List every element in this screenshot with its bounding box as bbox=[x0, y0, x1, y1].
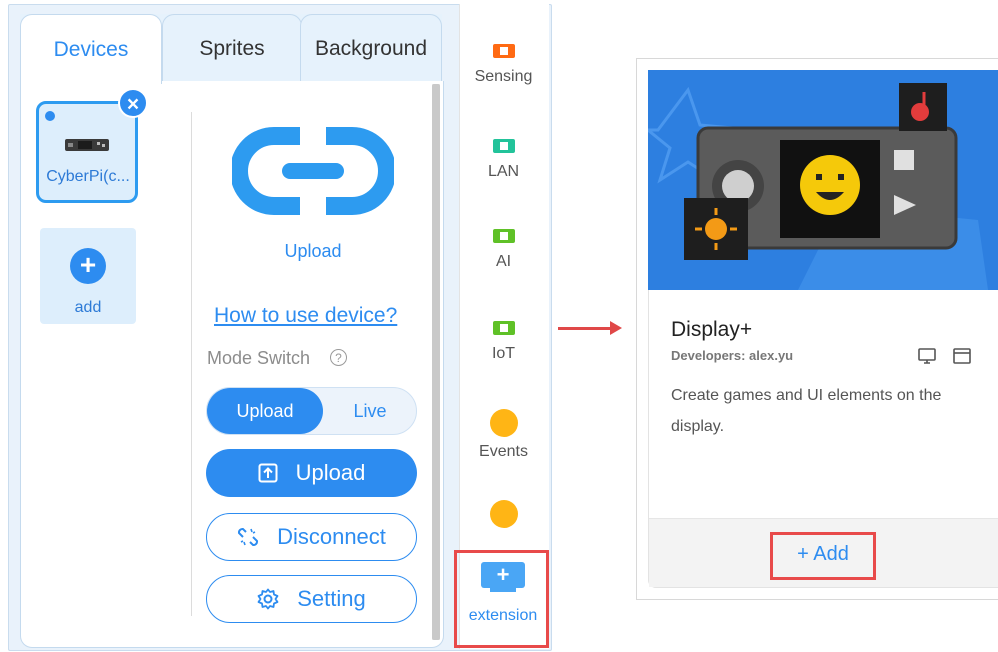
broken-link-icon bbox=[238, 527, 259, 547]
extension-developer: Developers: alex.yu bbox=[671, 348, 794, 363]
tab-devices[interactable]: Devices bbox=[20, 14, 162, 84]
connected-dot bbox=[45, 111, 55, 121]
tab-background[interactable]: Background bbox=[300, 14, 442, 82]
mode-live-option[interactable]: Live bbox=[330, 388, 410, 434]
setting-button[interactable]: Setting bbox=[206, 575, 417, 623]
category-label: IoT bbox=[491, 345, 516, 362]
mode-switch-label: Mode Switch bbox=[207, 348, 311, 368]
extension-button[interactable] bbox=[454, 550, 549, 648]
add-extension-highlight bbox=[770, 532, 876, 580]
iot-icon bbox=[492, 321, 515, 335]
sensing-icon bbox=[492, 44, 515, 58]
category-label: Events bbox=[479, 443, 528, 460]
extension-preview-image bbox=[648, 70, 998, 290]
monitor-icon bbox=[918, 348, 936, 364]
category-iot[interactable]: IoT bbox=[459, 321, 548, 363]
category-lan[interactable]: LAN bbox=[459, 139, 548, 181]
cyberpi-device-image bbox=[65, 139, 109, 151]
category-sensing[interactable]: Sensing bbox=[459, 44, 548, 86]
category-label: LAN bbox=[487, 163, 520, 180]
setting-button-label: Setting bbox=[297, 586, 366, 611]
window-icon bbox=[953, 348, 971, 364]
category-next[interactable] bbox=[459, 500, 548, 528]
device-name: CyberPi(c... bbox=[46, 168, 130, 185]
category-label: AI bbox=[495, 253, 512, 270]
how-to-use-link[interactable]: How to use device? bbox=[214, 304, 397, 328]
ai-icon bbox=[492, 229, 515, 243]
extension-description: Create games and UI elements on the disp… bbox=[671, 387, 942, 435]
disconnect-button-label: Disconnect bbox=[277, 524, 386, 549]
plus-icon: + bbox=[70, 248, 106, 284]
arrow bbox=[558, 327, 614, 330]
lan-icon bbox=[492, 139, 515, 153]
link-icon bbox=[232, 127, 394, 215]
remove-device-button[interactable]: × bbox=[118, 88, 148, 118]
mode-upload-option[interactable]: Upload bbox=[207, 388, 323, 434]
help-icon[interactable]: ? bbox=[330, 349, 347, 366]
upload-button-label: Upload bbox=[295, 460, 366, 485]
category-label: Sensing bbox=[474, 68, 533, 85]
category-ai[interactable]: AI bbox=[459, 229, 548, 271]
tab-sprites[interactable]: Sprites bbox=[162, 14, 302, 82]
upload-caption: Upload bbox=[284, 241, 342, 261]
arrow-head bbox=[610, 321, 622, 335]
events-icon bbox=[489, 409, 518, 437]
category-circle-icon bbox=[489, 500, 518, 528]
upload-button[interactable]: Upload bbox=[206, 449, 417, 497]
add-device-label: add bbox=[74, 299, 102, 316]
category-events[interactable]: Events bbox=[459, 409, 548, 461]
upload-icon bbox=[258, 463, 278, 483]
divider bbox=[191, 112, 192, 616]
scrollbar-thumb[interactable] bbox=[432, 84, 440, 640]
extension-title: Display+ bbox=[671, 318, 753, 341]
disconnect-button[interactable]: Disconnect bbox=[206, 513, 417, 561]
gear-icon bbox=[257, 588, 279, 610]
